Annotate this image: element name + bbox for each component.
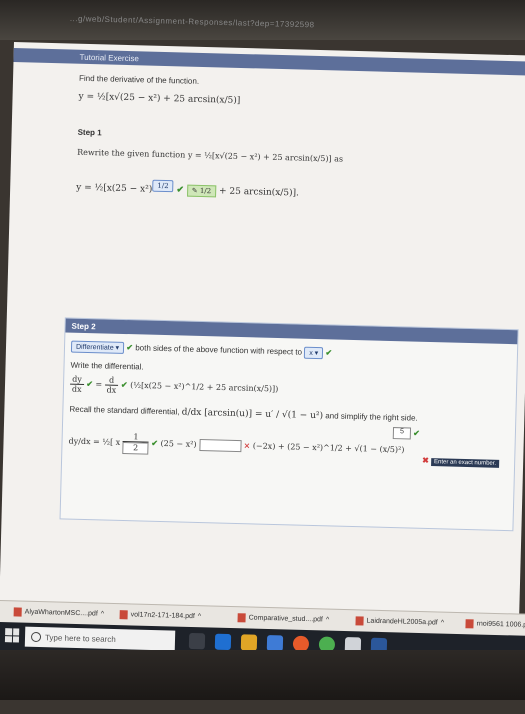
inserted-value-box[interactable]: ✎ 1/2 bbox=[186, 184, 217, 198]
correct-check-icon: ✔ bbox=[86, 378, 94, 389]
step2-panel: Step 2 Differentiate ▾ ✔ both sides of t… bbox=[59, 317, 519, 532]
pdf-file-icon bbox=[465, 619, 474, 629]
step2-label: Step 2 bbox=[65, 318, 518, 345]
box-x: x bbox=[115, 437, 121, 447]
tutorial-header: Tutorial Exercise bbox=[13, 47, 525, 76]
webassign-page: Tutorial Exercise Find the derivative of… bbox=[0, 42, 525, 616]
small-answer-box[interactable]: 5 ✔ bbox=[392, 427, 420, 440]
differentiate-select[interactable]: Differentiate ▾ bbox=[70, 340, 125, 354]
write-label: Write the differential. bbox=[70, 360, 144, 372]
arcsin-formula: d/dx [arcsin(u)] = u′ / √(1 − u²) bbox=[181, 407, 324, 422]
taskbar-search[interactable]: Type here to search bbox=[24, 626, 176, 651]
windows-start-icon[interactable] bbox=[4, 628, 20, 643]
exact-number-hint: Enter an exact number. bbox=[430, 458, 500, 468]
correct-check-icon: ✔ bbox=[120, 379, 128, 390]
correct-check-icon: ✔ bbox=[325, 348, 333, 358]
pdf-file-icon bbox=[355, 616, 364, 626]
derivative-lhs: dy/dx = ½[ bbox=[68, 436, 114, 447]
step2-instruction: Differentiate ▾ ✔ both sides of the abov… bbox=[70, 340, 333, 360]
function-expression: y = ½[x√(25 − x²) + 25 arcsin(x/5)] bbox=[78, 91, 241, 106]
pdf-file-icon bbox=[237, 613, 246, 623]
prompt-text: Find the derivative of the function. bbox=[78, 73, 200, 86]
sqrt-expression: √(1 − (x/5)²) bbox=[354, 444, 405, 455]
rewritten-suffix: + 25 arcsin(x/5)]. bbox=[218, 186, 300, 199]
download-item[interactable]: AlyaWhartonMSC....pdf ^ bbox=[13, 607, 105, 618]
tail-expression: (−2x) + (25 − x²)^1/2 + bbox=[252, 441, 353, 453]
mid-expression: (25 − x²) bbox=[160, 438, 197, 449]
pdf-file-icon bbox=[13, 607, 22, 617]
step2-text: both sides of the above function with re… bbox=[135, 343, 303, 357]
exponent-answer-box[interactable]: 1/2 bbox=[152, 179, 174, 193]
step1-rewritten: y = ½[x(25 − x²) 1/2 ✔ ✎ 1/2 + 25 arcsin(… bbox=[76, 178, 299, 200]
download-item[interactable]: LaidrandeHL2005a.pdf ^ bbox=[355, 616, 444, 627]
task-view-icon[interactable] bbox=[188, 632, 206, 650]
differential-row: dy dx ✔ = d dx ✔ (½[x(25 − x²)^1/2 + 25 … bbox=[70, 374, 279, 395]
rewritten-prefix: y = ½[x(25 − x²) bbox=[76, 182, 153, 195]
pdf-file-icon bbox=[119, 610, 128, 620]
half-fraction-input[interactable]: 1 2 bbox=[122, 431, 150, 455]
correct-check-icon: ✔ bbox=[176, 185, 185, 196]
store-icon[interactable] bbox=[266, 635, 284, 652]
wrong-cross-icon: ✖ bbox=[422, 455, 430, 466]
lhs-fraction: dy dx bbox=[70, 374, 84, 394]
rhs-fraction: d dx bbox=[104, 375, 119, 395]
step1-instruction: Rewrite the given function y = ½[x√(25 −… bbox=[77, 147, 344, 164]
derivative-row: dy/dx = ½[ x 1 2 ✔ (25 − x²) × (−2x) + (… bbox=[68, 431, 405, 462]
download-item[interactable]: Comparative_stud....pdf ^ bbox=[237, 613, 329, 624]
desk-foreground bbox=[0, 650, 525, 700]
monitor-bezel: ...g/web/Student/Assignment-Responses/la… bbox=[0, 0, 525, 40]
step1-label: Step 1 bbox=[77, 127, 102, 138]
correct-check-icon: ✔ bbox=[413, 428, 420, 438]
address-bar-url[interactable]: ...g/web/Student/Assignment-Responses/la… bbox=[70, 14, 510, 38]
hint-row: ✖ Enter an exact number. bbox=[422, 455, 500, 468]
wrt-select[interactable]: x ▾ bbox=[304, 346, 324, 360]
edge-browser-icon[interactable] bbox=[214, 633, 232, 651]
recall-row: Recall the standard differential, d/dx [… bbox=[69, 404, 418, 423]
download-item[interactable]: rnoi9561 1006.pdf bbox=[465, 619, 525, 630]
rhs-expression: (½[x(25 − x²)^1/2 + 25 arcsin(x/5)]) bbox=[130, 380, 279, 394]
cortana-icon bbox=[30, 631, 42, 643]
correct-check-icon: ✔ bbox=[126, 343, 134, 353]
wrong-cross-icon: × bbox=[243, 440, 251, 451]
correct-check-icon: ✔ bbox=[151, 437, 159, 448]
download-item[interactable]: vol17n2-171-184.pdf ^ bbox=[119, 610, 202, 621]
file-explorer-icon[interactable] bbox=[240, 634, 258, 651]
answer-input[interactable] bbox=[198, 438, 242, 453]
